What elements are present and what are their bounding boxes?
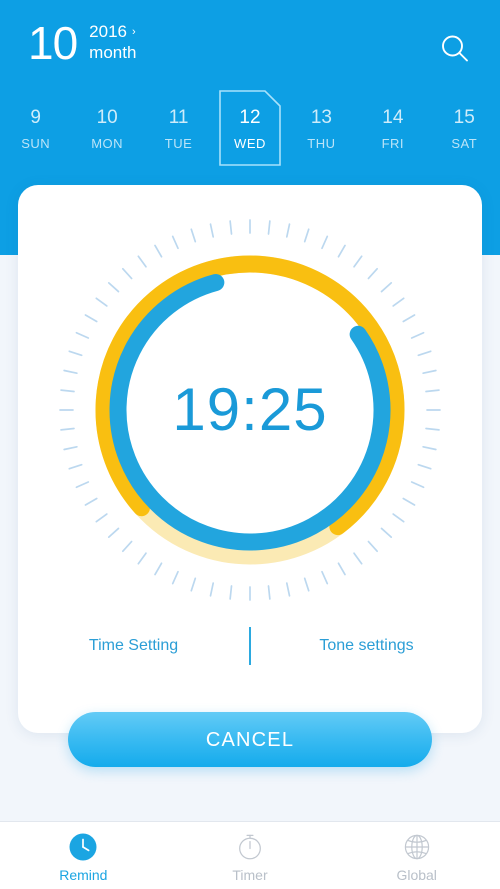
reminder-card: 19:25 Time Setting Tone settings: [18, 185, 482, 733]
bottom-tab-bar: Remind Timer Global: [0, 821, 500, 889]
date-cell-4[interactable]: 13 THU: [286, 88, 357, 168]
tab-timer[interactable]: Timer: [167, 822, 334, 889]
month-meta: 2016 › month: [89, 22, 136, 63]
tone-settings-button[interactable]: Tone settings: [251, 635, 482, 657]
date-weekday: SUN: [21, 135, 51, 151]
date-cell-1[interactable]: 10 MON: [71, 88, 142, 168]
date-cell-0[interactable]: 9 SUN: [0, 88, 71, 168]
tab-remind[interactable]: Remind: [0, 822, 167, 889]
date-cell-5[interactable]: 14 FRI: [357, 88, 428, 168]
tab-global-label: Global: [396, 867, 437, 883]
header-top-bar: 10 2016 › month: [0, 0, 500, 88]
clock-dial[interactable]: 19:25: [53, 213, 447, 607]
time-setting-button[interactable]: Time Setting: [18, 635, 249, 657]
date-number: 11: [168, 106, 189, 128]
settings-link-row: Time Setting Tone settings: [18, 625, 482, 667]
globe-icon: [401, 831, 433, 863]
date-cell-2[interactable]: 11 TUE: [143, 88, 214, 168]
date-weekday: THU: [307, 135, 336, 151]
cancel-button-label: CANCEL: [205, 728, 295, 751]
cancel-button[interactable]: CANCEL: [68, 712, 432, 767]
tab-remind-label: Remind: [59, 867, 108, 883]
search-icon: [438, 32, 472, 66]
date-number: 12: [239, 106, 261, 128]
clock-filled-icon: [67, 831, 99, 863]
year-row: 2016 ›: [89, 22, 136, 42]
date-weekday: SAT: [451, 135, 478, 151]
app-root: 10 2016 › month 9 SUN 10 MON 11 TUE 12 W…: [0, 0, 500, 889]
year-label: 2016: [89, 22, 127, 41]
date-weekday: TUE: [164, 135, 193, 151]
month-word-label: month: [89, 43, 137, 62]
tone-settings-label: Tone settings: [319, 637, 414, 654]
month-number: 10: [28, 17, 78, 69]
date-strip[interactable]: 9 SUN 10 MON 11 TUE 12 WED 13 THU 14 FRI…: [0, 88, 500, 168]
date-weekday: WED: [234, 135, 266, 151]
time-setting-label: Time Setting: [88, 637, 179, 654]
date-number: 9: [30, 106, 41, 128]
date-cell-6[interactable]: 15 SAT: [429, 88, 500, 168]
month-selector[interactable]: 10 2016 › month: [28, 18, 136, 68]
date-cell-3-selected[interactable]: 12 WED: [214, 88, 285, 168]
chevron-right-icon: ›: [132, 26, 136, 38]
date-weekday: FRI: [381, 135, 405, 151]
tab-timer-label: Timer: [232, 867, 268, 883]
date-weekday: MON: [91, 135, 124, 151]
date-number: 15: [453, 106, 475, 128]
tab-global[interactable]: Global: [333, 822, 500, 889]
stopwatch-icon: [234, 831, 266, 863]
search-button[interactable]: [438, 32, 472, 66]
current-time: 19:25: [172, 376, 328, 443]
date-number: 14: [382, 106, 404, 128]
date-number: 13: [310, 106, 332, 128]
date-number: 10: [96, 106, 118, 128]
